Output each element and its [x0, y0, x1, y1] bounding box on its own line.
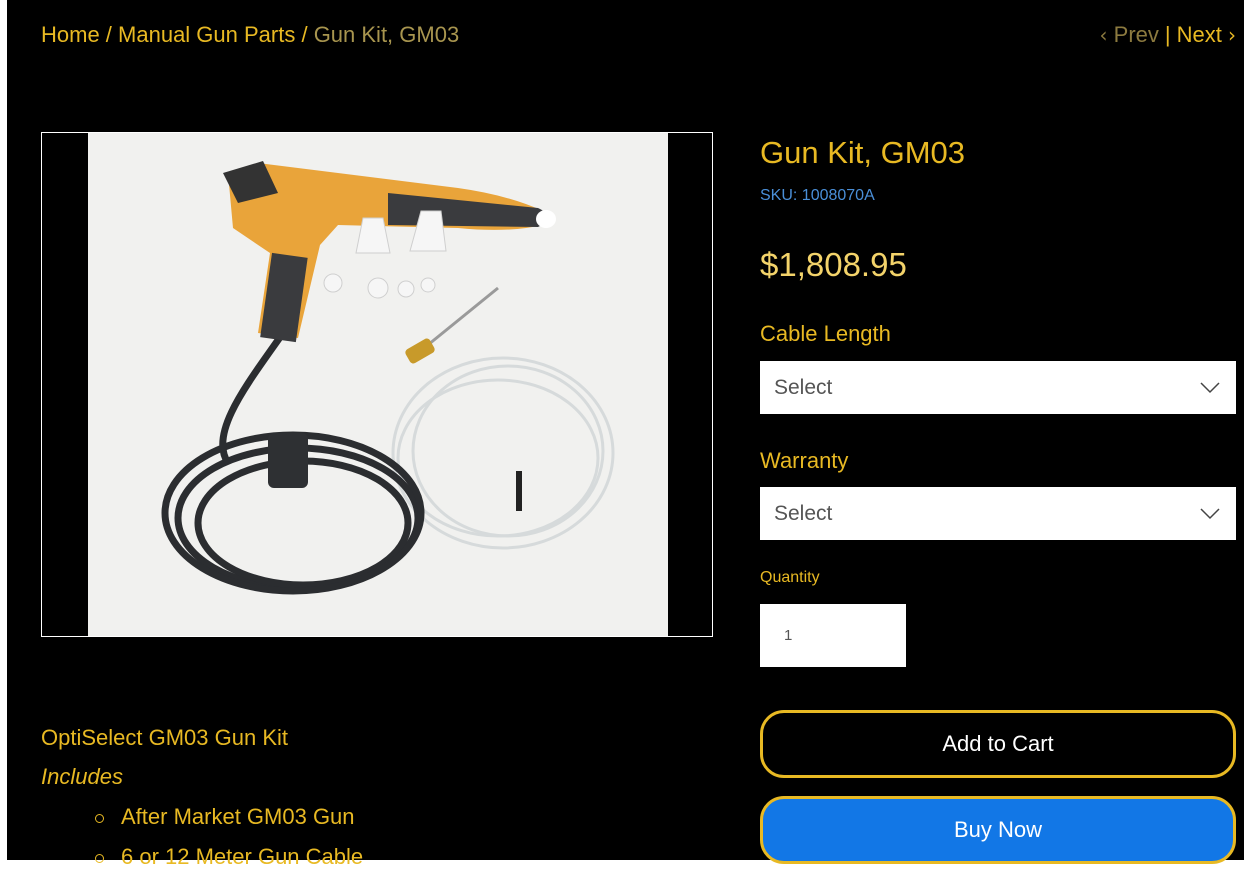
warranty-label: Warranty	[760, 448, 849, 473]
pager-separator: |	[1164, 22, 1171, 47]
chevron-left-icon: ‹	[1099, 23, 1108, 47]
chevron-down-icon	[1200, 381, 1220, 393]
includes-list: After Market GM03 Gun 6 or 12 Meter Gun …	[94, 804, 363, 884]
product-sku: SKU: 1008070A	[760, 187, 875, 204]
next-label: Next	[1176, 22, 1222, 47]
product-pager: ‹ Prev | Next ›	[1100, 22, 1236, 48]
spray-gun-kit-image	[161, 161, 615, 595]
breadcrumb-separator: /	[99, 22, 119, 47]
description-title: OptiSelect GM03 Gun Kit	[41, 725, 288, 750]
add-to-cart-button[interactable]: Add to Cart	[760, 710, 1236, 778]
buy-now-button[interactable]: Buy Now	[760, 796, 1236, 864]
cable-length-select[interactable]: Select	[760, 361, 1236, 414]
description-includes: Includes	[41, 764, 123, 789]
chevron-right-icon: ›	[1228, 23, 1236, 47]
product-price: $1,808.95	[760, 246, 907, 283]
list-item: After Market GM03 Gun	[94, 804, 363, 844]
breadcrumb-separator: /	[295, 22, 314, 47]
warranty-select[interactable]: Select	[760, 487, 1236, 540]
warranty-value: Select	[774, 501, 833, 525]
breadcrumb-category-link[interactable]: Manual Gun Parts	[118, 22, 295, 47]
next-link[interactable]: Next ›	[1177, 22, 1236, 47]
list-item: 6 or 12 Meter Gun Cable	[94, 844, 363, 884]
cable-length-value: Select	[774, 375, 833, 399]
product-photo	[88, 133, 668, 636]
quantity-label: Quantity	[760, 569, 820, 586]
product-title: Gun Kit, GM03	[760, 135, 966, 170]
prev-link[interactable]: ‹ Prev	[1100, 22, 1159, 47]
product-page: Home / Manual Gun Parts / Gun Kit, GM03 …	[7, 0, 1244, 869]
breadcrumb-home-link[interactable]: Home	[41, 22, 100, 47]
prev-label: Prev	[1113, 22, 1159, 47]
quantity-input[interactable]: 1	[760, 604, 906, 667]
chevron-down-icon	[1200, 507, 1220, 519]
cable-length-label: Cable Length	[760, 321, 891, 346]
breadcrumb: Home / Manual Gun Parts / Gun Kit, GM03	[41, 22, 459, 48]
breadcrumb-current: Gun Kit, GM03	[313, 22, 460, 47]
product-image-frame[interactable]	[41, 132, 713, 637]
